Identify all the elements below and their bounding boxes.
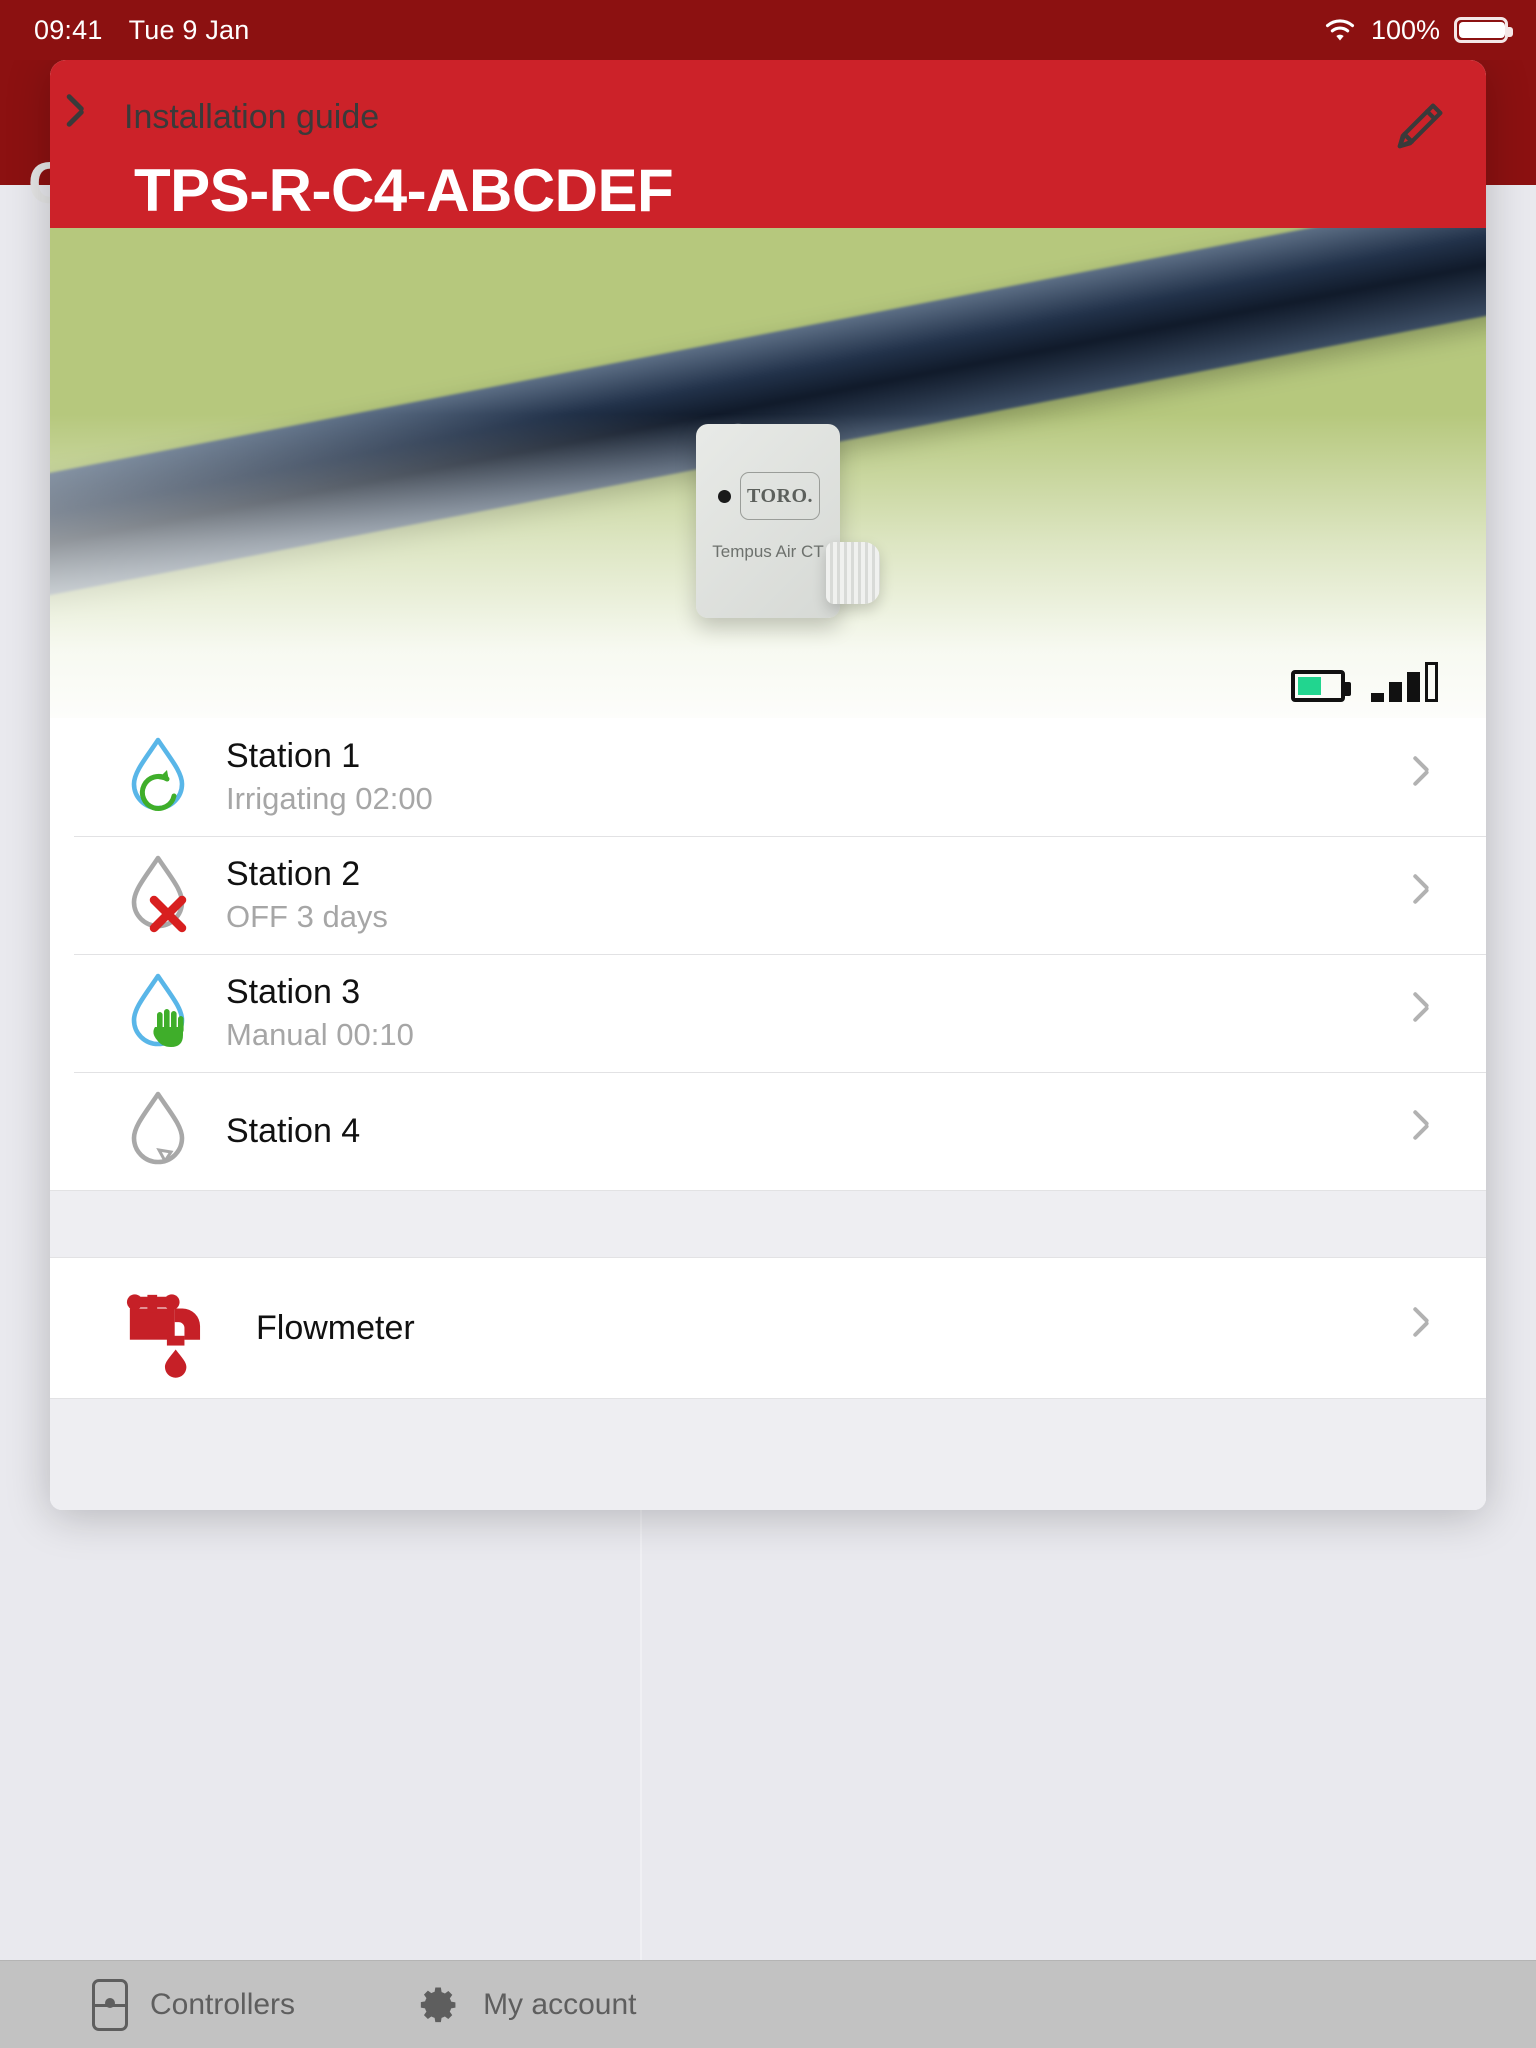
bottom-tab-bar[interactable]: Controllers My account bbox=[0, 1960, 1536, 2048]
status-battery-percent: 100% bbox=[1370, 14, 1440, 45]
device-logo-frame: TORO. bbox=[740, 472, 820, 520]
chevron-right-icon[interactable] bbox=[1414, 880, 1432, 910]
tab-controllers-label: Controllers bbox=[150, 1987, 296, 2021]
modal-header: Installation guide TPS-R-C4-ABCDEF bbox=[50, 60, 1486, 228]
chevron-left-icon bbox=[80, 100, 102, 136]
toro-logo: TORO. bbox=[746, 484, 814, 507]
chevron-right-icon[interactable] bbox=[1414, 1313, 1432, 1343]
status-bar: 09:41 Tue 9 Jan 100% bbox=[0, 0, 1536, 60]
device-led-dot bbox=[718, 490, 731, 503]
battery-half-icon bbox=[1291, 670, 1351, 702]
chevron-right-icon[interactable] bbox=[1414, 1116, 1432, 1146]
station-row-2[interactable]: Station 2 OFF 3 days bbox=[50, 836, 1486, 954]
status-time: 09:41 bbox=[34, 14, 103, 45]
list-section-gap bbox=[50, 1190, 1486, 1258]
back-button-label: Installation guide bbox=[124, 98, 380, 136]
status-bar-left: 09:41 Tue 9 Jan bbox=[34, 15, 249, 46]
water-drop-irrigating-icon bbox=[124, 734, 204, 820]
station-name: Station 2 bbox=[226, 855, 361, 894]
chevron-right-icon[interactable] bbox=[1414, 762, 1432, 792]
app-screen: C Controllers My account 09:41 Tue 9 Jan bbox=[0, 0, 1536, 2048]
station-row-4-text: Station 4 bbox=[226, 1112, 360, 1150]
water-drop-off-icon bbox=[124, 852, 204, 938]
device-valve-knob bbox=[826, 542, 880, 604]
station-row-4[interactable]: Station 4 bbox=[50, 1072, 1486, 1190]
device-id-title: TPS-R-C4-ABCDEF bbox=[134, 157, 674, 224]
water-drop-idle-icon bbox=[124, 1088, 204, 1174]
flowmeter-label: Flowmeter bbox=[256, 1308, 415, 1347]
station-list: Station 1 Irrigating 02:00 Station 2 OFF… bbox=[50, 718, 1486, 1190]
pencil-icon bbox=[1397, 103, 1443, 149]
tab-my-account[interactable]: My account bbox=[415, 1982, 636, 2028]
flowmeter-row[interactable]: Flowmeter bbox=[50, 1258, 1486, 1398]
station-row-2-text: Station 2 OFF 3 days bbox=[226, 855, 388, 934]
edit-device-button[interactable] bbox=[1386, 96, 1450, 160]
status-bar-right: 100% bbox=[1323, 14, 1513, 46]
wifi-icon bbox=[1323, 17, 1357, 43]
device-detail-modal: Installation guide TPS-R-C4-ABCDEF TORO.… bbox=[50, 60, 1486, 1510]
faucet-icon bbox=[124, 1281, 202, 1378]
controller-icon bbox=[92, 1978, 128, 2031]
station-row-1[interactable]: Station 1 Irrigating 02:00 bbox=[50, 718, 1486, 836]
battery-full-icon bbox=[1454, 17, 1513, 43]
station-name: Station 3 bbox=[226, 973, 361, 1012]
status-date: Tue 9 Jan bbox=[128, 14, 250, 45]
station-row-3[interactable]: Station 3 Manual 00:10 bbox=[50, 954, 1486, 1072]
station-row-3-text: Station 3 Manual 00:10 bbox=[226, 973, 414, 1052]
toro-device-illustration: TORO. Tempus Air CT bbox=[696, 424, 880, 618]
tab-my-account-label: My account bbox=[483, 1987, 637, 2021]
chevron-right-icon[interactable] bbox=[1414, 998, 1432, 1028]
water-drop-manual-icon bbox=[124, 970, 204, 1056]
back-to-installation-guide-button[interactable]: Installation guide bbox=[80, 98, 379, 137]
signal-bars-icon bbox=[1371, 662, 1438, 702]
tab-controllers[interactable]: Controllers bbox=[92, 1978, 296, 2031]
device-hero-image: TORO. Tempus Air CT bbox=[50, 228, 1486, 718]
station-status: Irrigating 02:00 bbox=[226, 781, 433, 817]
gear-icon bbox=[415, 1982, 461, 2028]
device-model-label: Tempus Air CT bbox=[712, 542, 824, 561]
station-name: Station 1 bbox=[226, 737, 361, 776]
station-name: Station 4 bbox=[226, 1111, 361, 1150]
device-status-indicators bbox=[1291, 662, 1438, 702]
station-status: Manual 00:10 bbox=[226, 1017, 414, 1053]
station-status: OFF 3 days bbox=[226, 899, 388, 935]
station-row-1-text: Station 1 Irrigating 02:00 bbox=[226, 737, 433, 816]
list-bottom-gap bbox=[50, 1398, 1486, 1510]
